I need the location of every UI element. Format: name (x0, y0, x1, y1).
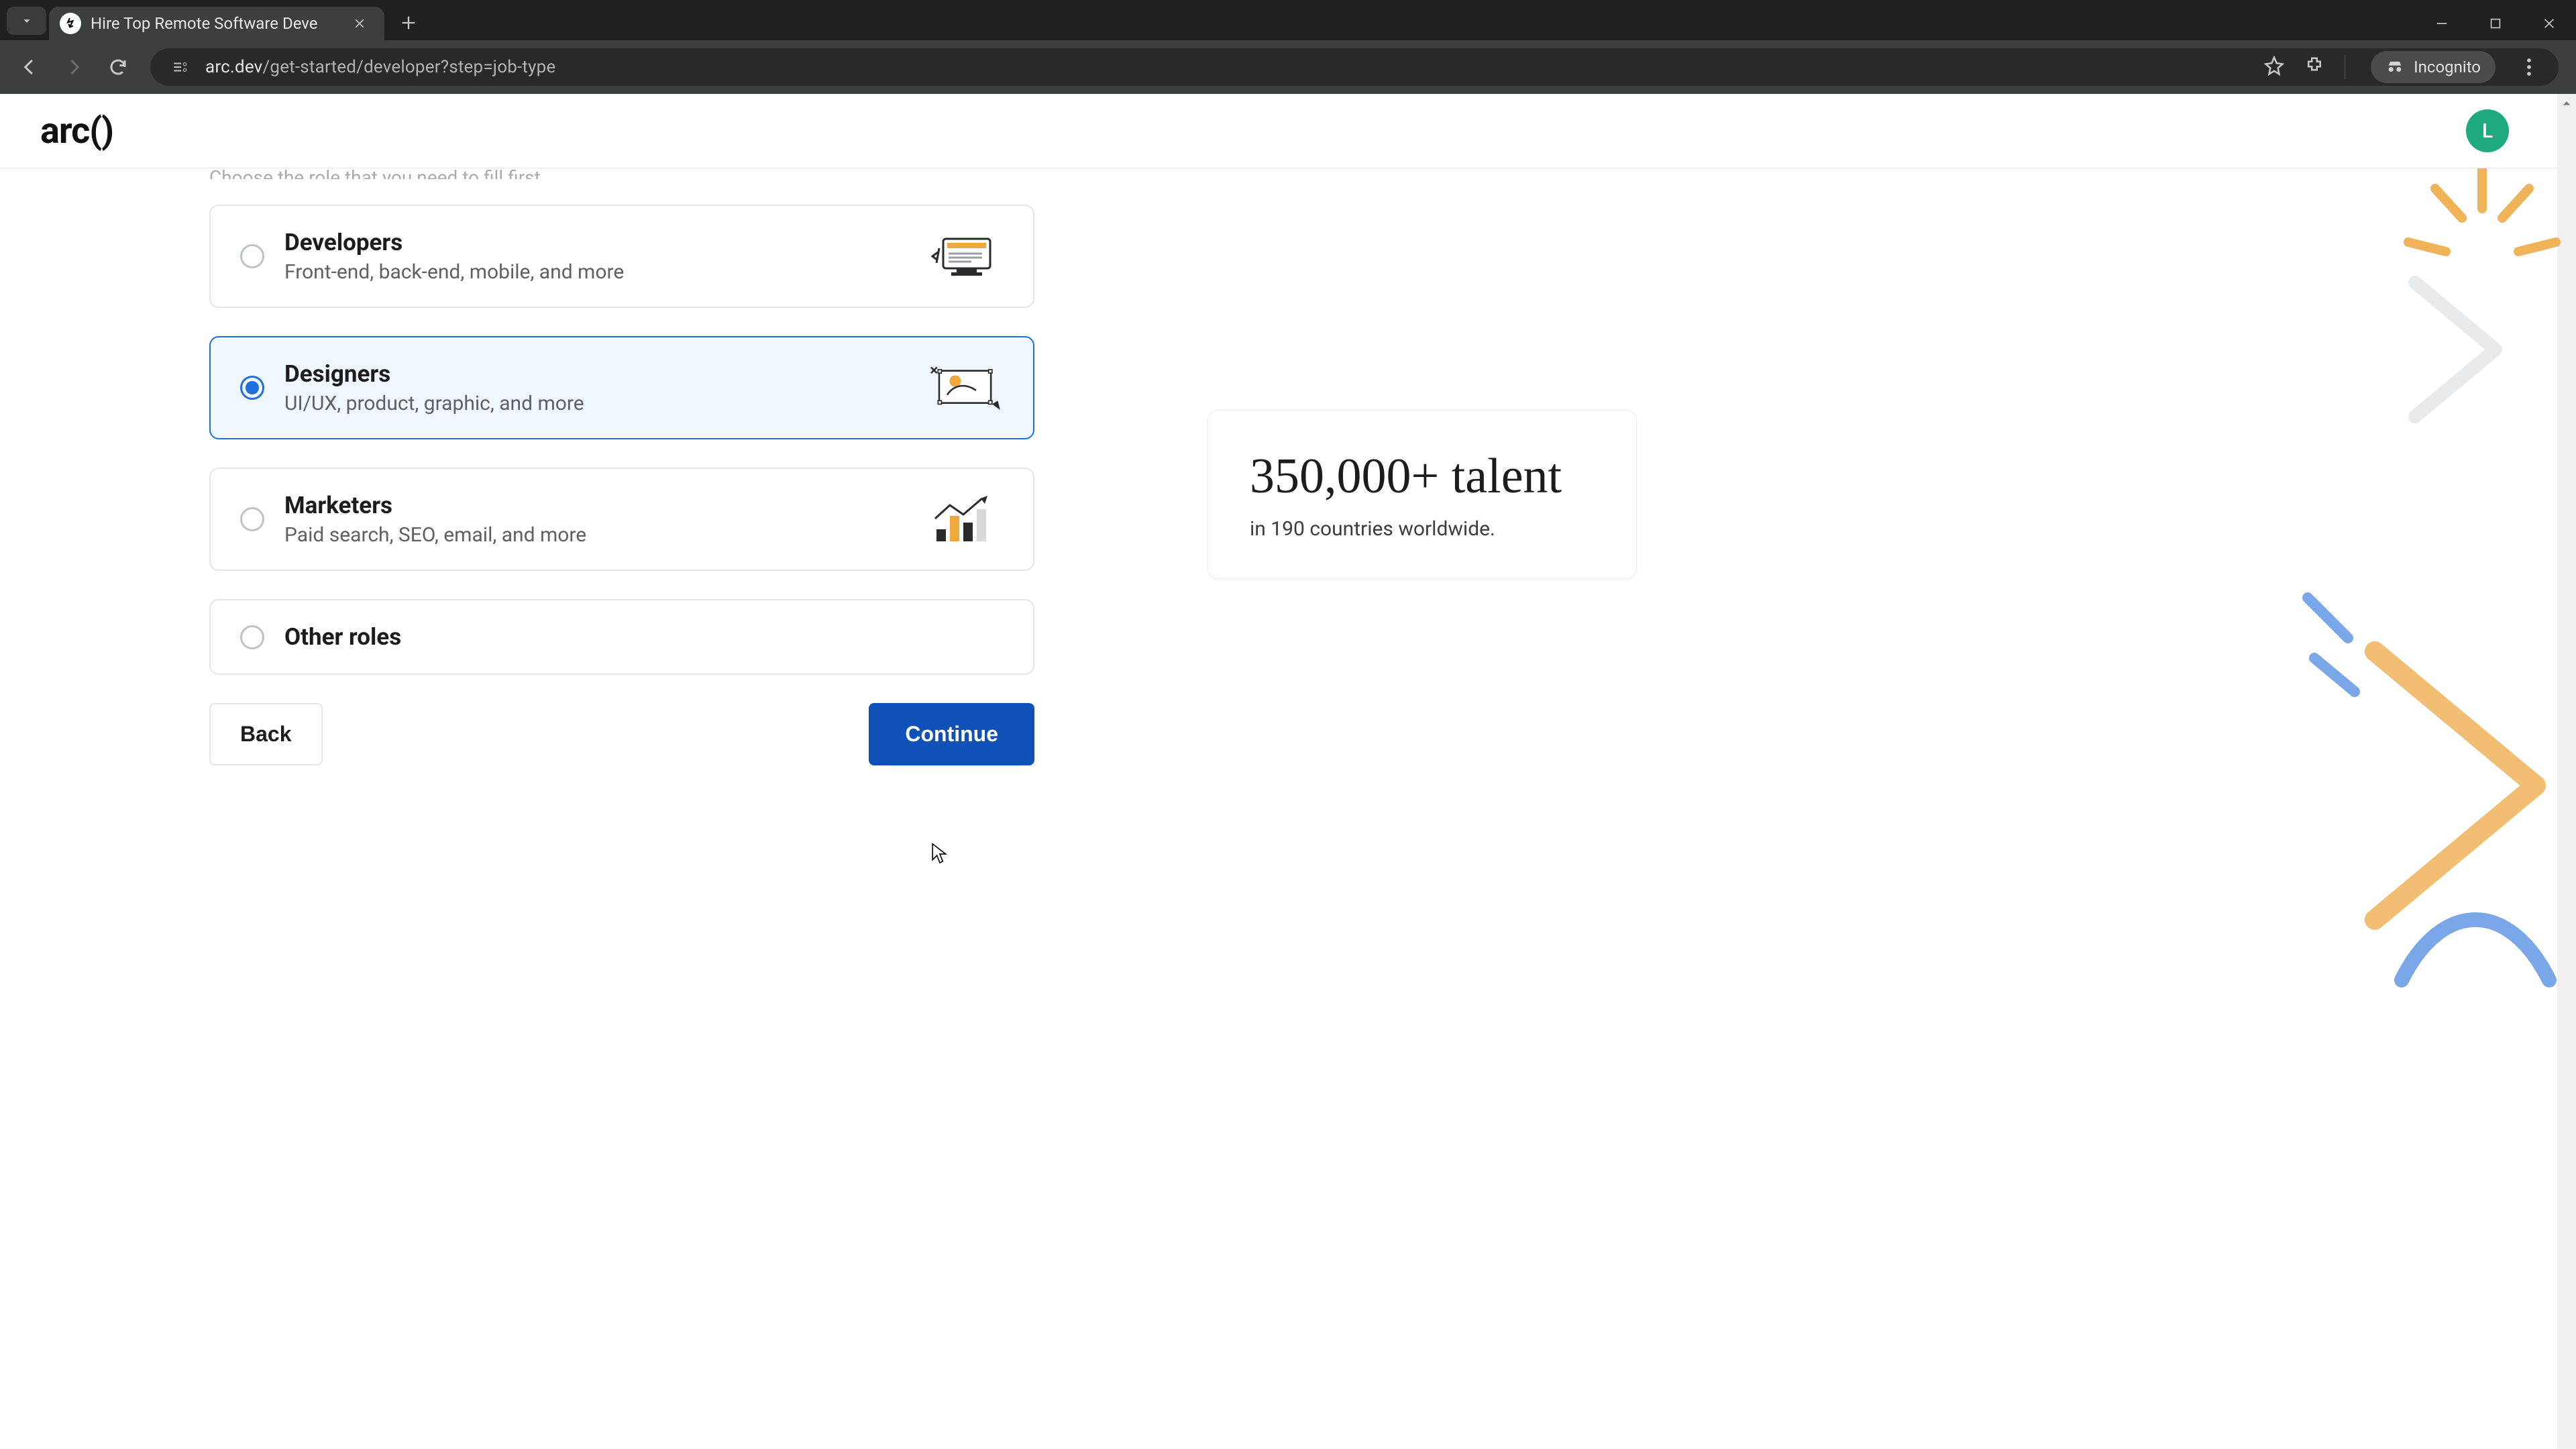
tab-search-button[interactable] (7, 7, 46, 35)
radio-icon[interactable] (240, 507, 264, 531)
site-header: arc() L (0, 94, 2576, 168)
marketers-illustration-icon (923, 492, 1004, 546)
incognito-indicator[interactable]: Incognito (2371, 51, 2496, 83)
option-desc: UI/UX, product, graphic, and more (284, 392, 923, 415)
window-minimize-button[interactable] (2415, 7, 2469, 40)
designers-illustration-icon (923, 361, 1004, 415)
bookmark-icon[interactable] (2264, 56, 2284, 78)
developers-illustration-icon (923, 229, 1004, 283)
decorative-graphics (2200, 168, 2576, 1449)
option-designers[interactable]: Designers UI/UX, product, graphic, and m… (209, 336, 1034, 439)
browser-tab[interactable]: ↯ Hire Top Remote Software Deve (49, 7, 384, 40)
tab-title: Hire Top Remote Software Deve (91, 14, 340, 33)
option-other-roles[interactable]: Other roles (209, 599, 1034, 675)
option-title: Developers (284, 229, 923, 256)
continue-button[interactable]: Continue (869, 703, 1034, 765)
browser-menu-button[interactable] (2516, 57, 2542, 77)
tab-close-button[interactable] (350, 13, 370, 34)
radio-icon[interactable] (240, 625, 264, 649)
nav-forward-button[interactable] (54, 47, 94, 87)
browser-titlebar: ↯ Hire Top Remote Software Deve (0, 0, 2576, 40)
window-close-button[interactable] (2522, 7, 2576, 40)
option-desc: Front-end, back-end, mobile, and more (284, 260, 923, 284)
extensions-icon[interactable] (2304, 56, 2324, 78)
mouse-cursor-icon (931, 842, 949, 865)
form-actions: Back Continue (209, 703, 1034, 765)
option-developers[interactable]: Developers Front-end, back-end, mobile, … (209, 205, 1034, 308)
radio-icon[interactable] (240, 244, 264, 268)
option-title: Marketers (284, 492, 923, 519)
browser-toolbar: arc.dev/get-started/developer?step=job-t… (0, 40, 2576, 94)
nav-reload-button[interactable] (98, 47, 138, 87)
window-controls (2415, 7, 2576, 40)
option-title: Designers (284, 360, 923, 388)
promo-headline: 350,000+ talent (1250, 448, 1595, 505)
radio-icon[interactable] (240, 376, 264, 400)
new-tab-button[interactable] (394, 8, 423, 38)
back-button[interactable]: Back (209, 703, 323, 765)
address-bar[interactable]: arc.dev/get-started/developer?step=job-t… (150, 48, 2559, 86)
option-marketers[interactable]: Marketers Paid search, SEO, email, and m… (209, 468, 1034, 571)
nav-back-button[interactable] (9, 47, 50, 87)
page-subtitle-clipped: Choose the role that you need to fill fi… (209, 168, 545, 179)
content-area: Choose the role that you need to fill fi… (0, 168, 2576, 1449)
tab-favicon: ↯ (60, 13, 81, 34)
role-options: Developers Front-end, back-end, mobile, … (209, 205, 1034, 765)
option-desc: Paid search, SEO, email, and more (284, 523, 923, 547)
window-maximize-button[interactable] (2469, 7, 2522, 40)
site-info-icon[interactable] (166, 54, 193, 80)
option-title: Other roles (284, 623, 1004, 651)
site-logo[interactable]: arc() (40, 110, 113, 152)
url-text: arc.dev/get-started/developer?step=job-t… (205, 57, 555, 77)
user-avatar[interactable]: L (2466, 109, 2509, 152)
promo-card: 350,000+ talent in 190 countries worldwi… (1208, 410, 1637, 579)
page-viewport: arc() L Choose the role that you need to… (0, 94, 2576, 1449)
promo-subline: in 190 countries worldwide. (1250, 517, 1595, 541)
